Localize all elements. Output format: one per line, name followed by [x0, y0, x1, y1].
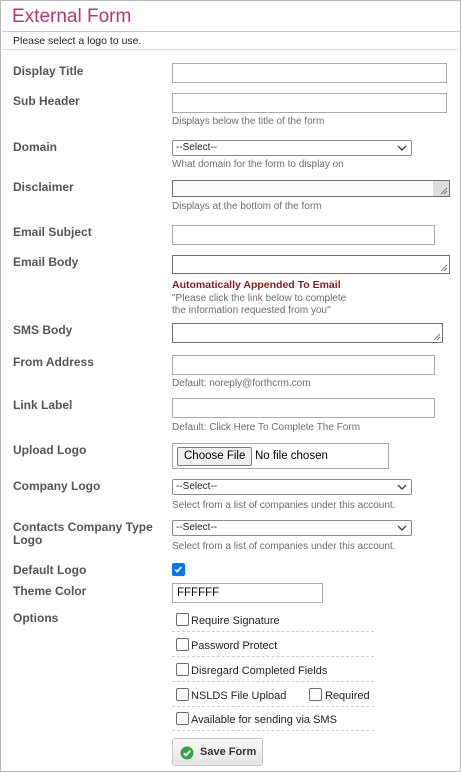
option-divider	[172, 681, 374, 682]
contacts-company-type-logo-hint: Select from a list of companies under th…	[172, 541, 396, 552]
choose-file-button[interactable]: Choose File	[177, 447, 253, 466]
logo-notice: Please select a logo to use.	[13, 35, 142, 47]
from-address-input[interactable]	[172, 355, 435, 375]
domain-label: Domain	[13, 140, 58, 154]
sub-header-label: Sub Header	[13, 94, 80, 108]
title-divider	[2, 31, 461, 32]
disclaimer-textarea[interactable]	[172, 180, 450, 197]
upload-logo-label: Upload Logo	[13, 443, 87, 457]
email-subject-label: Email Subject	[13, 225, 92, 239]
checkmark-icon	[174, 566, 183, 573]
domain-selected-value: --Select--	[176, 142, 218, 153]
email-body-hint-line2: the information requested from you"	[172, 305, 331, 316]
domain-select[interactable]: --Select--	[172, 140, 412, 156]
save-form-button[interactable]: Save Form	[172, 738, 263, 766]
email-body-textarea[interactable]	[172, 255, 450, 274]
upload-logo-field: Choose File No file chosen	[172, 443, 389, 469]
required-checkbox[interactable]	[309, 688, 322, 701]
contacts-company-type-selected-value: --Select--	[176, 522, 218, 533]
display-title-input[interactable]	[172, 63, 447, 83]
require-signature-label: Require Signature	[191, 615, 280, 627]
nslds-file-upload-label: NSLDS File Upload	[191, 690, 287, 702]
check-circle-icon	[180, 746, 194, 760]
require-signature-checkbox[interactable]	[176, 613, 189, 626]
available-sms-checkbox[interactable]	[176, 712, 189, 725]
default-logo-checkbox[interactable]	[172, 563, 185, 576]
from-address-label: From Address	[13, 355, 94, 369]
option-divider	[172, 730, 374, 731]
default-logo-label: Default Logo	[13, 563, 87, 577]
email-body-note: Automatically Appended To Email	[172, 279, 341, 291]
company-logo-hint: Select from a list of companies under th…	[172, 500, 396, 511]
company-logo-select[interactable]: --Select--	[172, 479, 412, 495]
email-body-label: Email Body	[13, 255, 79, 269]
disclaimer-hint: Displays at the bottom of the form	[172, 201, 322, 212]
options-label: Options	[13, 611, 59, 625]
chevron-down-icon	[397, 525, 407, 531]
external-form-panel: External Form Please select a logo to us…	[0, 0, 461, 772]
chevron-down-icon	[397, 484, 407, 490]
email-body-hint-line1: "Please click the link below to complete	[172, 293, 347, 304]
disregard-completed-checkbox[interactable]	[176, 663, 189, 676]
sub-header-hint: Displays below the title of the form	[172, 116, 325, 127]
theme-color-label: Theme Color	[13, 584, 87, 598]
file-status: No file chosen	[255, 450, 328, 462]
company-logo-label: Company Logo	[13, 479, 101, 493]
nslds-file-upload-checkbox[interactable]	[176, 688, 189, 701]
contacts-company-type-logo-select[interactable]: --Select--	[172, 520, 412, 536]
disregard-completed-label: Disregard Completed Fields	[191, 665, 328, 677]
from-address-hint: Default: noreply@forthcrm.com	[172, 378, 311, 389]
option-divider	[172, 631, 374, 632]
required-label: Required	[325, 690, 370, 702]
available-sms-label: Available for sending via SMS	[191, 714, 337, 726]
disclaimer-label: Disclaimer	[13, 180, 74, 194]
sub-header-input[interactable]	[172, 93, 447, 113]
resize-grip-icon[interactable]	[432, 332, 441, 341]
option-divider	[172, 706, 374, 707]
resize-grip-icon[interactable]	[439, 263, 448, 272]
link-label-hint: Default: Click Here To Complete The Form	[172, 422, 361, 433]
link-label-input[interactable]	[172, 398, 435, 418]
password-protect-label: Password Protect	[191, 640, 278, 652]
notice-divider	[2, 49, 461, 50]
resize-grip-icon[interactable]	[439, 186, 448, 195]
theme-color-input[interactable]	[172, 583, 323, 603]
sms-body-label: SMS Body	[13, 323, 73, 337]
password-protect-checkbox[interactable]	[176, 638, 189, 651]
sms-body-textarea[interactable]	[172, 323, 443, 343]
company-logo-selected-value: --Select--	[176, 481, 218, 492]
save-form-label: Save Form	[200, 746, 257, 758]
chevron-down-icon	[397, 145, 407, 151]
link-label-label: Link Label	[13, 398, 73, 412]
domain-hint: What domain for the form to display on	[172, 159, 344, 170]
contacts-company-type-logo-label-line2: Logo	[13, 533, 43, 547]
display-title-label: Display Title	[13, 64, 84, 78]
email-subject-input[interactable]	[172, 225, 435, 245]
page-title: External Form	[12, 6, 132, 27]
option-divider	[172, 656, 374, 657]
